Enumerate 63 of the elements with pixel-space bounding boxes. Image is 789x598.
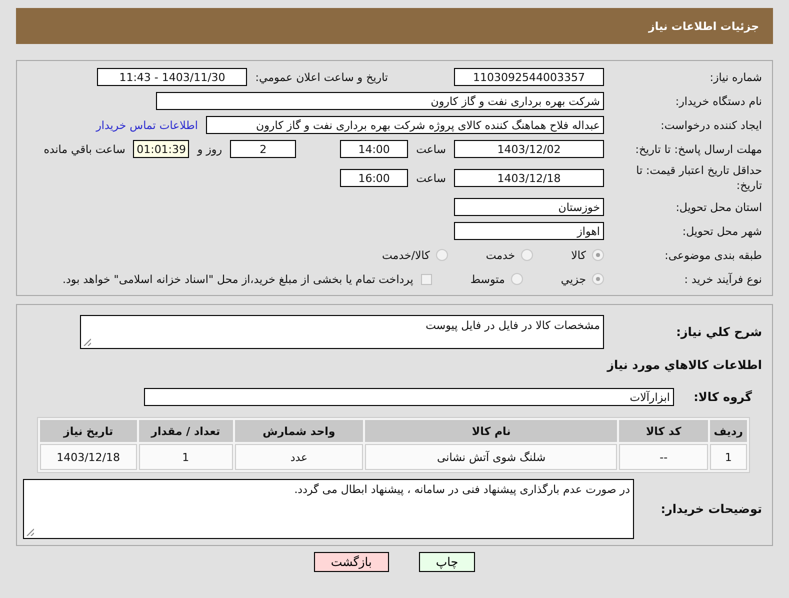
- table-cell: --: [619, 444, 708, 470]
- field-label: استان محل تحویل:: [674, 200, 762, 214]
- column-header: نام کالا: [365, 420, 618, 442]
- province-field[interactable]: خوزستان: [454, 198, 604, 216]
- radio-label: متوسط: [470, 272, 505, 286]
- table-cell: شلنگ شوی آتش نشانی: [365, 444, 618, 470]
- field-label: نام دستگاه خریدار:: [674, 94, 762, 108]
- section-heading: اطلاعات کالاهاي مورد نیاز: [607, 358, 762, 372]
- column-header: کد کالا: [619, 420, 708, 442]
- requester-field[interactable]: عبداله فلاح هماهنگ کننده کالای پروژه شرکت بهره برداری نفت و گاز کارون: [206, 116, 604, 134]
- radio-button[interactable]: [436, 249, 448, 261]
- days-label: روز و: [197, 142, 222, 156]
- date-field[interactable]: 1403/12/18: [454, 169, 604, 187]
- column-header: تعداد / مقدار: [138, 420, 233, 442]
- field-label: شرح کلي نیاز:: [675, 325, 762, 339]
- date-field[interactable]: 1403/12/02: [454, 140, 604, 158]
- time-label: ساعت: [416, 172, 446, 184]
- field-label: توضیحات خریدار:: [660, 502, 762, 516]
- announce-date-field[interactable]: 1403/11/30 - 11:43: [97, 68, 248, 86]
- column-header: تاریخ نیاز: [40, 420, 137, 442]
- print-button[interactable]: چاپ: [418, 552, 476, 572]
- countdown-field[interactable]: 01:01:39: [133, 140, 190, 158]
- field-label: ایجاد کننده درخواست:: [660, 118, 762, 132]
- resize-grip-icon[interactable]: [83, 338, 91, 346]
- radio-label: کالا/خدمت: [382, 248, 430, 262]
- field-label: نوع فرآیند خرید :: [683, 272, 762, 286]
- time-field[interactable]: 16:00: [340, 169, 408, 187]
- goods-group-field[interactable]: ابزارآلات: [144, 388, 674, 406]
- table-cell: 1: [138, 444, 233, 470]
- description-textarea[interactable]: مشخصات کالا در فایل در فایل پیوست: [80, 315, 604, 349]
- resize-grip-icon[interactable]: [26, 528, 34, 536]
- radio-button[interactable]: [592, 249, 604, 261]
- time-label: ساعت: [416, 142, 446, 156]
- field-label: شهر محل تحویل:: [681, 224, 762, 238]
- radio-button[interactable]: [521, 249, 534, 261]
- field-label: طبقه بندی موضوعی:: [664, 248, 762, 262]
- column-header: ردیف: [710, 420, 747, 442]
- contact-link[interactable]: اطلاعات تماس خریدار: [96, 118, 198, 132]
- radio-button[interactable]: [592, 273, 604, 285]
- days-field[interactable]: 2: [230, 140, 296, 158]
- field-label: شماره نیاز:: [708, 70, 762, 84]
- time-field[interactable]: 14:00: [340, 140, 408, 158]
- field-label: حداقل تاریخ اعتبار قیمت: تا تاریخ:: [635, 163, 762, 193]
- field-label: گروه کالا:: [692, 390, 753, 404]
- radio-label: جزیي: [560, 272, 586, 286]
- back-button[interactable]: بازگشت: [314, 552, 389, 572]
- radio-label: کالا: [571, 248, 586, 262]
- page-title: جزئیات اطلاعات نیاز: [16, 8, 773, 44]
- checkbox[interactable]: [421, 274, 432, 284]
- buyer-org-field[interactable]: شرکت بهره برداری نفت و گاز کارون: [156, 92, 604, 110]
- remaining-label: ساعت باقي مانده: [44, 142, 126, 156]
- table-cell: 1403/12/18: [40, 444, 137, 470]
- column-header: واحد شمارش: [234, 420, 364, 442]
- radio-label: خدمت: [486, 248, 516, 262]
- buyer-notes-textarea[interactable]: در صورت عدم بارگذاری پیشنهاد فنی در سامانه ، پیشنهاد ابطال می گردد.: [23, 479, 634, 539]
- payment-note: پرداخت تمام یا بخشی از مبلغ خرید،از محل "اسناد خزانه اسلامی" خواهد بود.: [62, 272, 414, 286]
- field-label: تاریخ و ساعت اعلان عمومي:: [255, 70, 388, 84]
- table-cell: 1: [710, 444, 747, 470]
- radio-button[interactable]: [510, 273, 523, 285]
- field-label: مهلت ارسال پاسخ: تا تاریخ:: [634, 142, 762, 156]
- table-cell: عدد: [234, 444, 364, 470]
- need-number-field[interactable]: 1103092544003357: [454, 68, 604, 86]
- city-field[interactable]: اهواز: [454, 222, 604, 240]
